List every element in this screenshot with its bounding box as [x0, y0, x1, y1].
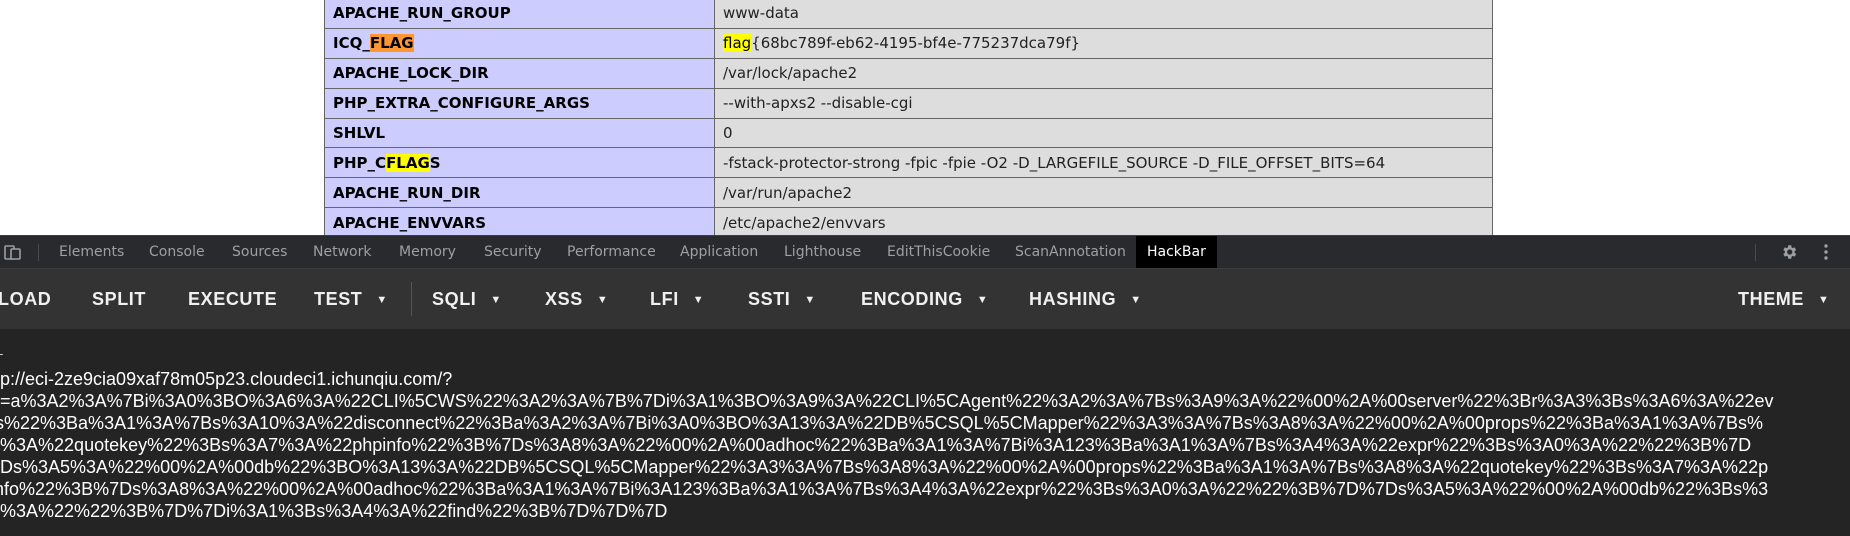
url-line: g=a%3A2%3A%7Bi%3A0%3BO%3A6%3A%22CLI%5CWS…	[0, 391, 1774, 411]
xss-label: XSS	[545, 289, 583, 309]
device-toolbar-icon[interactable]	[4, 243, 22, 261]
caret-down-icon: ▼	[692, 294, 705, 306]
caret-down-icon: ▼	[596, 294, 609, 306]
env-value: flag{68bc789f-eb62-4195-bf4e-775237dca79…	[714, 27, 1493, 59]
env-key: APACHE_RUN_GROUP	[324, 0, 715, 29]
table-row: APACHE_LOCK_DIR /var/lock/apache2	[324, 57, 1493, 89]
env-key: APACHE_ENVVARS	[324, 207, 715, 235]
env-value: -fstack-protector-strong -fpic -fpie -O2…	[714, 147, 1493, 179]
tab-elements[interactable]: Elements	[48, 236, 135, 268]
environment-table: APACHE_RUN_GROUP www-data ICQ_FLAG flag{…	[324, 0, 1493, 235]
table-row: APACHE_ENVVARS /etc/apache2/envvars	[324, 207, 1493, 235]
env-key-text: ICQ_	[333, 34, 370, 53]
env-key-text: S	[429, 153, 441, 172]
table-row: APACHE_RUN_GROUP www-data	[324, 0, 1493, 29]
caret-down-icon: ▼	[976, 294, 989, 306]
xss-dropdown[interactable]: XSS ▼	[545, 269, 608, 329]
split-button[interactable]: SPLIT	[92, 269, 146, 329]
toolbar-divider	[1755, 244, 1756, 261]
table-row: ICQ_FLAG flag{68bc789f-eb62-4195-bf4e-77…	[324, 27, 1493, 59]
tab-lighthouse[interactable]: Lighthouse	[773, 236, 872, 268]
env-key: SHLVL	[324, 117, 715, 149]
tab-application[interactable]: Application	[669, 236, 769, 268]
env-value: /var/run/apache2	[714, 177, 1493, 209]
hackbar-toolbar: LOAD SPLIT EXECUTE TEST ▼ SQLI ▼ XSS ▼ LFI ▼…	[0, 269, 1850, 329]
hackbar-body: L ttp://eci-2ze9cia09xaf78m05p23.cloudec…	[0, 329, 1850, 536]
table-row: PHP_EXTRA_CONFIGURE_ARGS --with-apxs2 --…	[324, 87, 1493, 119]
load-button[interactable]: LOAD	[0, 269, 51, 329]
env-value: 0	[714, 117, 1493, 149]
encoding-label: ENCODING	[861, 289, 963, 309]
url-textarea[interactable]: ttp://eci-2ze9cia09xaf78m05p23.cloudeci1…	[0, 368, 1850, 522]
table-row: APACHE_RUN_DIR /var/run/apache2	[324, 177, 1493, 209]
theme-label: THEME	[1738, 289, 1804, 309]
tab-security[interactable]: Security	[473, 236, 553, 268]
url-line: 0%3A%22%22%3B%7D%7Di%3A1%3Bs%3A4%3A%22fi…	[0, 501, 668, 521]
env-key: ICQ_FLAG	[324, 27, 715, 59]
caret-down-icon: ▼	[1130, 294, 1142, 306]
env-key: APACHE_LOCK_DIR	[324, 57, 715, 89]
test-dropdown[interactable]: TEST ▼	[314, 269, 388, 329]
toolbar-divider	[411, 282, 412, 316]
tab-console[interactable]: Console	[138, 236, 216, 268]
ssti-dropdown[interactable]: SSTI ▼	[748, 269, 816, 329]
hashing-label: HASHING	[1029, 289, 1117, 309]
tab-performance[interactable]: Performance	[556, 236, 667, 268]
execute-button[interactable]: EXECUTE	[188, 269, 277, 329]
caret-down-icon: ▼	[804, 294, 816, 306]
search-highlight: flag	[723, 34, 752, 53]
lfi-dropdown[interactable]: LFI ▼	[650, 269, 704, 329]
encoding-dropdown[interactable]: ENCODING ▼	[861, 269, 988, 329]
env-value: /etc/apache2/envvars	[714, 207, 1493, 235]
tab-editthiscookie[interactable]: EditThisCookie	[876, 236, 1001, 268]
lfi-label: LFI	[650, 289, 679, 309]
env-key: APACHE_RUN_DIR	[324, 177, 715, 209]
theme-dropdown[interactable]: THEME ▼	[1738, 269, 1830, 329]
devtools-tabbar: Elements Console Sources Network Memory …	[0, 235, 1850, 269]
url-line: info%22%3B%7Ds%3A8%3A%22%00%2A%00adhoc%2…	[0, 479, 1769, 499]
test-label: TEST	[314, 289, 363, 309]
env-value: --with-apxs2 --disable-cgi	[714, 87, 1493, 119]
tab-scanannotation[interactable]: ScanAnnotation	[1004, 236, 1137, 268]
caret-down-icon: ▼	[376, 294, 388, 306]
env-key: PHP_EXTRA_CONFIGURE_ARGS	[324, 87, 715, 119]
url-line: 7Ds%3A5%3A%22%00%2A%00db%22%3BO%3A13%3A%…	[0, 457, 1769, 477]
env-key: PHP_CFLAGS	[324, 147, 715, 179]
ssti-label: SSTI	[748, 289, 791, 309]
caret-down-icon: ▼	[1818, 294, 1830, 306]
toolbar-divider	[38, 244, 39, 261]
more-options-icon[interactable]	[1817, 243, 1835, 261]
url-line: 8%3A%22quotekey%22%3Bs%3A7%3A%22phpinfo%…	[0, 435, 1752, 455]
settings-icon[interactable]	[1780, 243, 1798, 261]
url-line: ttp://eci-2ze9cia09xaf78m05p23.cloudeci1…	[0, 369, 453, 389]
url-line: ts%22%3Ba%3A1%3A%7Bs%3A10%3A%22disconnec…	[0, 413, 1764, 433]
tab-memory[interactable]: Memory	[388, 236, 467, 268]
phpinfo-page: APACHE_RUN_GROUP www-data ICQ_FLAG flag{…	[0, 0, 1850, 235]
tab-hackbar[interactable]: HackBar	[1136, 236, 1217, 268]
env-value: /var/lock/apache2	[714, 57, 1493, 89]
table-row: SHLVL 0	[324, 117, 1493, 149]
tab-sources[interactable]: Sources	[221, 236, 298, 268]
sqli-label: SQLI	[432, 289, 477, 309]
search-highlight-current: FLAG	[369, 34, 414, 53]
search-highlight: FLAG	[386, 153, 430, 172]
url-label: L	[0, 343, 3, 358]
table-row: PHP_CFLAGS -fstack-protector-strong -fpi…	[324, 147, 1493, 179]
tab-network[interactable]: Network	[302, 236, 382, 268]
env-key-text: PHP_C	[333, 153, 387, 172]
caret-down-icon: ▼	[490, 294, 502, 306]
hashing-dropdown[interactable]: HASHING ▼	[1029, 269, 1142, 329]
env-value-text: {68bc789f-eb62-4195-bf4e-775237dca79f}	[751, 34, 1081, 53]
devtools-panel: Elements Console Sources Network Memory …	[0, 235, 1850, 536]
sqli-dropdown[interactable]: SQLI ▼	[432, 269, 502, 329]
env-value: www-data	[714, 0, 1493, 29]
